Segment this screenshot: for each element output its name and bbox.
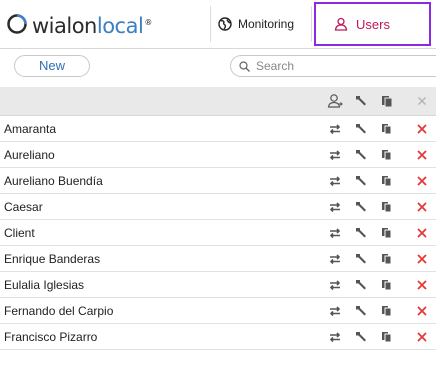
user-row[interactable]: Amaranta — [0, 116, 436, 142]
user-row[interactable]: Client — [0, 220, 436, 246]
logo-text-main: wialon — [32, 13, 97, 38]
copy-icon[interactable] — [379, 173, 395, 189]
user-name: Francisco Pizarro — [4, 330, 98, 344]
copy-icon[interactable] — [379, 303, 395, 319]
top-bar: wialonlocal® Monitoring Users — [0, 0, 436, 49]
tab-users[interactable]: Users — [314, 2, 431, 46]
switch-icon[interactable] — [327, 173, 343, 189]
wrench-icon[interactable] — [353, 93, 369, 109]
tab-users-label: Users — [356, 16, 390, 32]
delete-icon[interactable] — [414, 93, 430, 109]
users-list: Amaranta Aureliano Aureliano Buendía Cae… — [0, 116, 436, 350]
users-icon — [334, 17, 348, 31]
globe-icon — [218, 17, 232, 31]
switch-icon[interactable] — [327, 225, 343, 241]
user-name: Amaranta — [4, 122, 57, 136]
delete-icon[interactable] — [414, 303, 430, 319]
switch-icon[interactable] — [327, 303, 343, 319]
wialon-local-logo[interactable]: wialonlocal® — [6, 11, 152, 37]
nav-divider — [311, 6, 312, 42]
user-name: Eulalia Iglesias — [4, 278, 85, 292]
logo-text: wialonlocal® — [32, 12, 152, 37]
wrench-icon[interactable] — [353, 303, 369, 319]
wialon-logo-icon — [6, 13, 28, 35]
search-icon — [239, 60, 250, 72]
user-login-icon[interactable] — [327, 93, 343, 109]
tab-monitoring[interactable]: Monitoring — [218, 14, 294, 34]
user-name: Client — [4, 226, 35, 240]
copy-icon[interactable] — [379, 225, 395, 241]
delete-icon[interactable] — [414, 199, 430, 215]
logo-sup: ® — [144, 17, 152, 27]
copy-icon[interactable] — [379, 121, 395, 137]
user-row[interactable]: Fernando del Carpio — [0, 298, 436, 324]
wrench-icon[interactable] — [353, 173, 369, 189]
user-name: Fernando del Carpio — [4, 304, 114, 318]
user-row[interactable]: Caesar — [0, 194, 436, 220]
copy-icon[interactable] — [379, 329, 395, 345]
delete-icon[interactable] — [414, 329, 430, 345]
switch-icon[interactable] — [327, 251, 343, 267]
user-name: Caesar — [4, 200, 43, 214]
delete-icon[interactable] — [414, 147, 430, 163]
wrench-icon[interactable] — [353, 121, 369, 137]
delete-icon[interactable] — [414, 173, 430, 189]
grid-header — [0, 87, 436, 116]
delete-icon[interactable] — [414, 251, 430, 267]
user-row[interactable]: Francisco Pizarro — [0, 324, 436, 350]
switch-icon[interactable] — [327, 121, 343, 137]
delete-icon[interactable] — [414, 225, 430, 241]
delete-icon[interactable] — [414, 121, 430, 137]
user-row[interactable]: Eulalia Iglesias — [0, 272, 436, 298]
user-name: Aureliano Buendía — [4, 174, 103, 188]
switch-icon[interactable] — [327, 199, 343, 215]
wrench-icon[interactable] — [353, 147, 369, 163]
user-name: Enrique Banderas — [4, 252, 101, 266]
copy-icon[interactable] — [379, 199, 395, 215]
copy-icon[interactable] — [379, 93, 395, 109]
search-input[interactable] — [254, 58, 428, 74]
user-row[interactable]: Enrique Banderas — [0, 246, 436, 272]
user-row[interactable]: Aureliano — [0, 142, 436, 168]
switch-icon[interactable] — [327, 277, 343, 293]
delete-icon[interactable] — [414, 277, 430, 293]
new-user-button[interactable]: New — [14, 55, 90, 77]
wrench-icon[interactable] — [353, 277, 369, 293]
copy-icon[interactable] — [379, 251, 395, 267]
wrench-icon[interactable] — [353, 199, 369, 215]
toolbar: New — [0, 49, 436, 87]
wrench-icon[interactable] — [353, 329, 369, 345]
user-row[interactable]: Aureliano Buendía — [0, 168, 436, 194]
search-box[interactable] — [230, 55, 436, 77]
new-user-button-label: New — [38, 58, 65, 73]
user-name: Aureliano — [4, 148, 55, 162]
copy-icon[interactable] — [379, 277, 395, 293]
wrench-icon[interactable] — [353, 251, 369, 267]
tab-monitoring-label: Monitoring — [238, 17, 295, 31]
copy-icon[interactable] — [379, 147, 395, 163]
switch-icon[interactable] — [327, 147, 343, 163]
logo-text-local: local — [96, 13, 144, 38]
switch-icon[interactable] — [327, 329, 343, 345]
wrench-icon[interactable] — [353, 225, 369, 241]
nav-divider — [210, 6, 211, 42]
